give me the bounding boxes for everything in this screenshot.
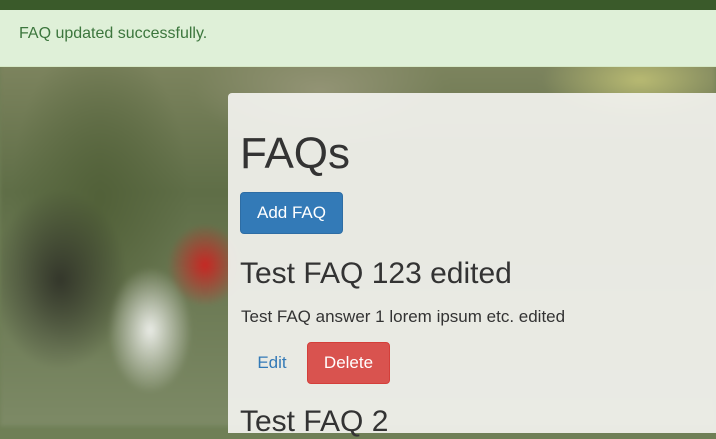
content-panel: FAQs Add FAQ Test FAQ 123 edited Test FA… [228, 93, 716, 438]
alert-message: FAQ updated successfully. [19, 25, 208, 42]
success-alert: FAQ updated successfully. [0, 10, 716, 67]
faq-question: Test FAQ 123 edited [240, 257, 512, 290]
edit-faq-link[interactable]: Edit [245, 342, 299, 384]
faq-question: Test FAQ 2 [240, 405, 389, 438]
faq-answer: Test FAQ answer 1 lorem ipsum etc. edite… [241, 307, 566, 326]
delete-faq-button[interactable]: Delete [307, 342, 390, 384]
page-title: FAQs [240, 129, 351, 178]
add-faq-button[interactable]: Add FAQ [240, 192, 343, 234]
top-navbar [0, 0, 716, 10]
